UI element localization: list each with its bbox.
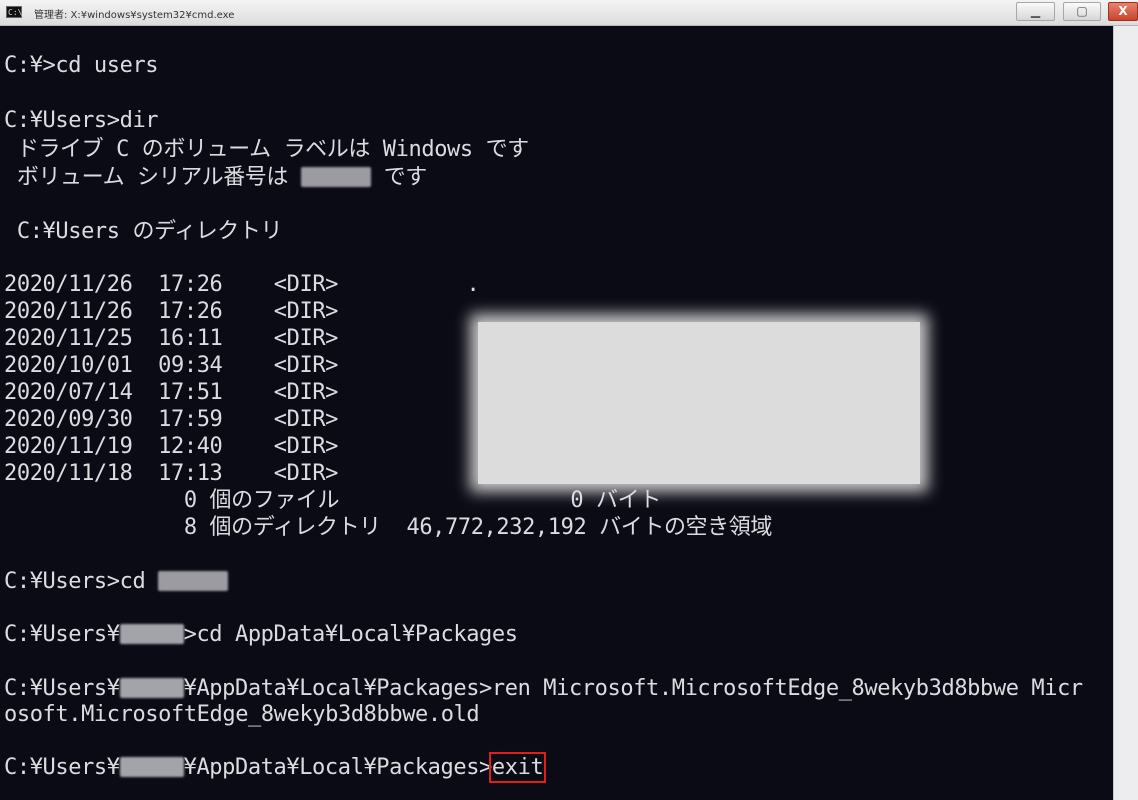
dir-date: 2020/11/18 <box>4 461 133 486</box>
dir-time: 17:59 <box>158 407 223 432</box>
dir-date: 2020/11/19 <box>4 434 133 459</box>
vertical-scrollbar[interactable] <box>1113 26 1138 800</box>
close-button[interactable]: X <box>1108 2 1138 21</box>
console-line: 0 個のファイル 0 バイト <box>4 488 661 513</box>
dir-date: 2020/11/26 <box>4 272 133 297</box>
dir-name: . <box>466 272 480 297</box>
dir-type: <DIR> <box>273 272 339 297</box>
dir-time: 17:26 <box>158 272 223 297</box>
minimize-button[interactable]: ▁ <box>1016 2 1055 21</box>
title-bar[interactable]: C:\ 管理者: X:¥windows¥system32¥cmd.exe ▁ ▢… <box>0 0 1138 26</box>
console-text: C:¥Users¥ <box>4 676 120 701</box>
console-line: C:¥Users¥ >cd AppData¥Local¥Packages <box>4 622 518 648</box>
dir-row: 2020/07/14 17:51 <DIR> <box>4 380 466 406</box>
window-title: 管理者: X:¥windows¥system32¥cmd.exe <box>34 10 235 21</box>
console-text: C:¥Users¥ <box>4 622 120 647</box>
cmd-icon: C:\ <box>6 6 23 18</box>
dir-row: 2020/10/01 09:34 <DIR> <box>4 353 466 379</box>
close-icon: X <box>1118 4 1128 18</box>
dir-row: 2020/11/26 17:26 <DIR> <box>4 299 466 325</box>
console-line: C:¥Users>dir <box>4 108 159 133</box>
dir-time: 17:51 <box>158 380 223 405</box>
console-text: ボリューム シリアル番号は <box>4 165 301 190</box>
console-line: C:¥>cd users <box>4 53 159 78</box>
exit-command[interactable]: exit <box>488 752 547 783</box>
dir-type: <DIR> <box>273 326 339 351</box>
console-text: >cd AppData¥Local¥Packages <box>183 622 518 647</box>
dir-row: 2020/09/30 17:59 <DIR> <box>4 407 466 433</box>
dir-type: <DIR> <box>273 380 339 405</box>
dir-date: 2020/11/26 <box>4 299 133 324</box>
console-line: C:¥Users のディレクトリ <box>4 219 283 244</box>
dir-type: <DIR> <box>273 434 339 459</box>
dir-row: 2020/11/26 17:26 <DIR> . <box>4 272 480 298</box>
console-text: ¥AppData¥Local¥Packages> <box>183 755 493 780</box>
redacted-username <box>158 571 229 591</box>
dir-row: 2020/11/18 17:13 <DIR> <box>4 461 466 487</box>
console-line: C:¥Users¥ ¥AppData¥Local¥Packages>ren Mic… <box>4 676 1083 702</box>
dir-row: 2020/11/25 16:11 <DIR> <box>4 326 466 352</box>
console-line: osoft.MicrosoftEdge_8wekyb3d8bbwe.old <box>4 702 480 727</box>
dir-time: 17:13 <box>158 461 223 486</box>
dir-date: 2020/10/01 <box>4 353 133 378</box>
redacted-username <box>119 757 184 777</box>
maximize-icon: ▢ <box>1076 4 1088 18</box>
maximize-button[interactable]: ▢ <box>1063 2 1101 21</box>
console-text: C:¥Users>cd <box>4 569 159 594</box>
console-output[interactable]: C:¥>cd users C:¥Users>dir ドライブ C のボリューム … <box>0 26 1113 800</box>
dir-time: 09:34 <box>158 353 223 378</box>
console-text: C:¥Users¥ <box>4 755 120 780</box>
dir-type: <DIR> <box>273 299 339 324</box>
minimize-icon: ▁ <box>1030 4 1041 18</box>
console-line: ボリューム シリアル番号は です <box>4 165 427 191</box>
dir-row: 2020/11/19 12:40 <DIR> <box>4 434 466 460</box>
console-text: ¥AppData¥Local¥Packages>ren Microsoft.Mi… <box>183 676 1084 701</box>
dir-time: 16:11 <box>158 326 223 351</box>
console-line: C:¥Users¥ ¥AppData¥Local¥Packages>exit <box>4 752 547 783</box>
redacted-username <box>119 624 184 644</box>
console-line: C:¥Users>cd <box>4 569 229 595</box>
redacted-names <box>478 322 920 484</box>
dir-date: 2020/09/30 <box>4 407 133 432</box>
redacted-username <box>119 678 184 698</box>
console-text: です <box>370 165 428 190</box>
dir-date: 2020/11/25 <box>4 326 133 351</box>
dir-type: <DIR> <box>273 353 339 378</box>
dir-type: <DIR> <box>273 461 339 486</box>
dir-time: 17:26 <box>158 299 223 324</box>
dir-type: <DIR> <box>273 407 339 432</box>
console-line: ドライブ C のボリューム ラベルは Windows です <box>4 137 529 162</box>
redacted-serial <box>300 167 371 187</box>
console-line: 8 個のディレクトリ 46,772,232,192 バイトの空き領域 <box>4 515 773 540</box>
dir-time: 12:40 <box>158 434 223 459</box>
dir-date: 2020/07/14 <box>4 380 133 405</box>
